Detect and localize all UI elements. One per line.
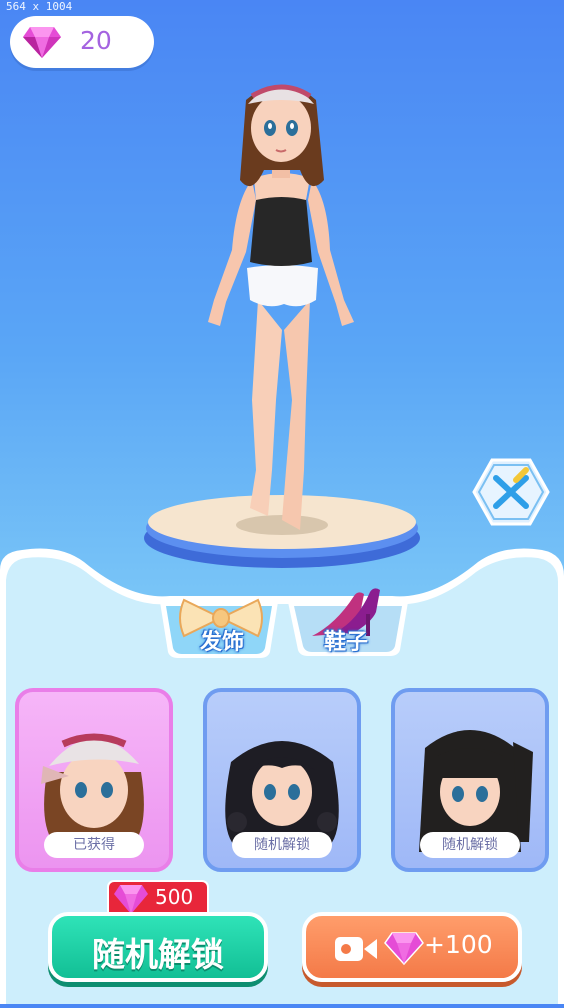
gem-amount: 20 xyxy=(80,26,112,55)
tab-shoes-label: 鞋子 xyxy=(324,630,369,655)
item-status-label: 随机解锁 xyxy=(232,832,332,858)
tab-shoes[interactable]: 鞋子 xyxy=(286,588,412,658)
watch-video-reward-button[interactable]: +100 xyxy=(302,912,522,982)
hair-item-card-2[interactable]: 随机解锁 xyxy=(203,688,361,872)
character-model xyxy=(144,84,420,568)
close-x-icon xyxy=(472,458,550,526)
hair-item-card-3[interactable]: 随机解锁 xyxy=(391,688,549,872)
random-unlock-label: 随机解锁 xyxy=(92,935,224,974)
character-stage xyxy=(0,60,564,620)
gem-icon xyxy=(384,932,424,966)
random-unlock-button[interactable]: 随机解锁 xyxy=(48,912,268,982)
debug-dimensions: 564 x 1004 xyxy=(6,0,73,13)
item-status-label: 随机解锁 xyxy=(420,832,520,858)
hair-item-card-1[interactable]: 已获得 xyxy=(15,688,173,872)
unlock-cost: 500 xyxy=(155,885,194,909)
gem-icon xyxy=(23,27,61,58)
video-camera-icon xyxy=(335,937,377,961)
close-x-button[interactable] xyxy=(472,456,550,528)
tab-hair-accessory[interactable]: 发饰 xyxy=(154,596,284,658)
item-status-label: 已获得 xyxy=(44,832,144,858)
tab-hair-accessory-label: 发饰 xyxy=(200,630,245,655)
video-reward-amount: +100 xyxy=(424,930,493,959)
